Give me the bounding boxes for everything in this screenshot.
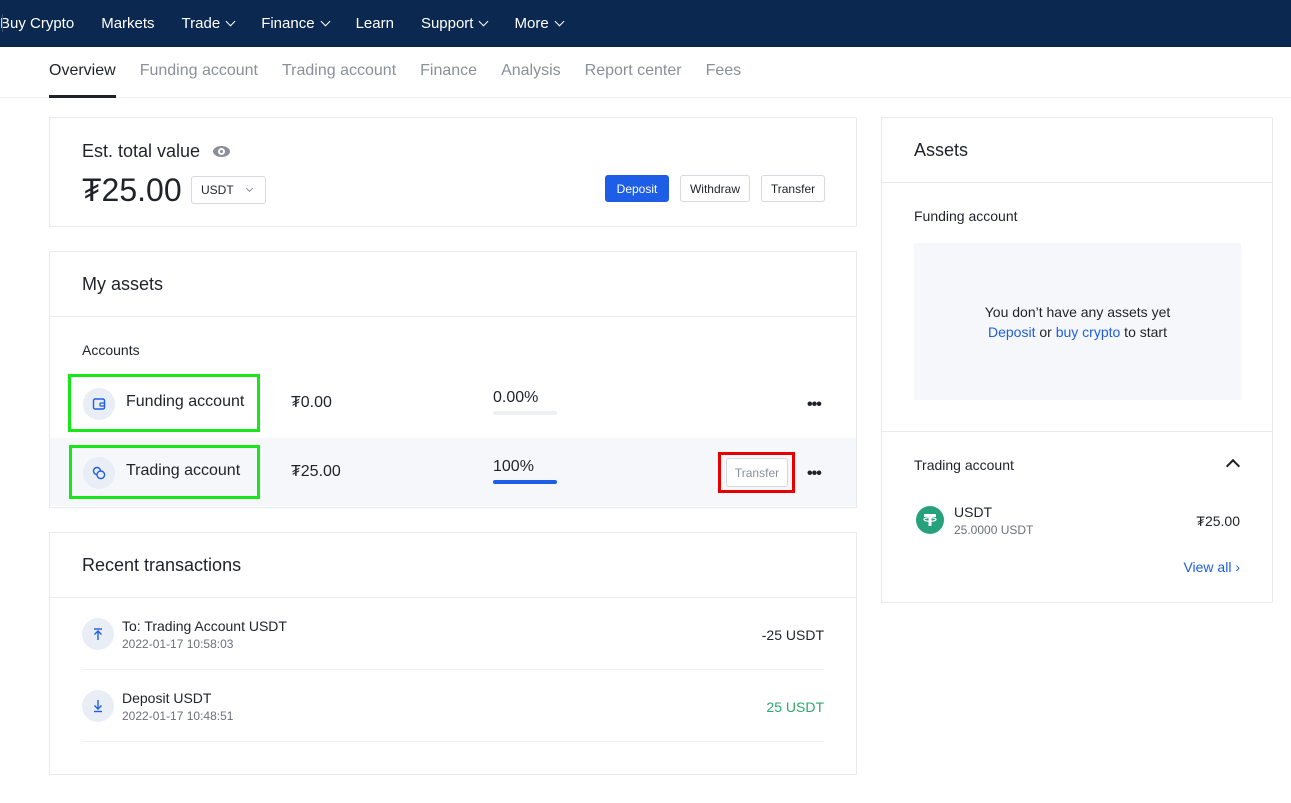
or-text: or bbox=[1035, 323, 1056, 340]
coin-value: ₮25.00 bbox=[1196, 513, 1240, 529]
transaction-time: 2022-01-17 10:48:51 bbox=[122, 709, 234, 723]
account-row-funding[interactable]: Funding account ₮0.00 0.00% ••• bbox=[50, 369, 856, 437]
chevron-down-icon bbox=[245, 184, 253, 193]
total-value-label: Est. total value bbox=[82, 141, 231, 162]
divider bbox=[882, 431, 1272, 432]
top-navigation: Buy Crypto Markets Trade Finance Learn S… bbox=[0, 0, 1291, 47]
account-percent: 100% bbox=[493, 458, 534, 475]
trading-transfer-button[interactable]: Transfer bbox=[726, 458, 788, 487]
nav-learn[interactable]: Learn bbox=[356, 15, 394, 32]
wallet-icon bbox=[83, 388, 115, 420]
tab-report-center[interactable]: Report center bbox=[585, 47, 682, 98]
nav-label: Learn bbox=[355, 15, 394, 32]
total-value-amount: ₮25.00 bbox=[82, 172, 182, 208]
empty-assets-cta: Deposit or buy crypto to start bbox=[988, 322, 1167, 342]
nav-label: Finance bbox=[261, 15, 315, 32]
nav-label: Support bbox=[420, 15, 474, 32]
funding-account-label: Funding account bbox=[914, 208, 1018, 224]
nav-label: Trade bbox=[181, 15, 221, 32]
divider bbox=[882, 182, 1272, 183]
transaction-time: 2022-01-17 10:58:03 bbox=[122, 637, 234, 651]
account-share-bar bbox=[493, 480, 557, 484]
account-share-fill bbox=[493, 480, 557, 484]
deposit-link[interactable]: Deposit bbox=[988, 324, 1035, 340]
transaction-row[interactable]: Deposit USDT 2022-01-17 10:48:51 25 USDT bbox=[82, 670, 824, 742]
transfer-button[interactable]: Transfer bbox=[761, 175, 825, 202]
account-percent: 0.00% bbox=[493, 389, 539, 406]
chevron-down-icon bbox=[554, 16, 565, 27]
more-options-icon[interactable]: ••• bbox=[807, 465, 822, 483]
account-amount: ₮0.00 bbox=[291, 394, 332, 411]
recent-transactions-title: Recent transactions bbox=[82, 555, 242, 575]
account-name: Trading account bbox=[126, 462, 241, 479]
tab-fees[interactable]: Fees bbox=[706, 47, 742, 98]
nav-trade[interactable]: Trade bbox=[181, 15, 236, 32]
account-name: Funding account bbox=[126, 393, 245, 410]
view-all-link[interactable]: View all › bbox=[1183, 559, 1240, 575]
account-row-trading[interactable]: Trading account ₮25.00 100% Transfer ••• bbox=[50, 438, 856, 506]
transaction-title: To: Trading Account USDT bbox=[122, 618, 287, 634]
empty-assets-message: You don’t have any assets yet bbox=[984, 303, 1171, 320]
eye-icon[interactable] bbox=[213, 146, 231, 157]
arrow-up-icon bbox=[82, 618, 114, 650]
to-start-text: to start bbox=[1120, 323, 1167, 340]
sub-navigation: Overview Funding account Trading account… bbox=[0, 47, 1291, 98]
nav-label: More bbox=[514, 15, 549, 32]
arrow-down-icon bbox=[82, 690, 114, 722]
tab-trading-account[interactable]: Trading account bbox=[282, 47, 396, 98]
tab-finance[interactable]: Finance bbox=[420, 47, 477, 98]
account-share-bar bbox=[493, 411, 557, 415]
tab-analysis[interactable]: Analysis bbox=[501, 47, 561, 98]
buy-crypto-link[interactable]: buy crypto bbox=[1056, 324, 1121, 340]
my-assets-card: My assets Accounts Funding account ₮0.00… bbox=[49, 251, 857, 508]
nav-buy-crypto[interactable]: Buy Crypto bbox=[0, 15, 74, 32]
chevron-down-icon bbox=[225, 16, 236, 27]
recent-transactions-card: Recent transactions To: Trading Account … bbox=[49, 532, 857, 775]
nav-more[interactable]: More bbox=[514, 15, 565, 32]
currency-select-value: USDT bbox=[201, 183, 234, 197]
usdt-coin-icon bbox=[916, 506, 944, 534]
chevron-down-icon bbox=[320, 16, 331, 27]
nav-support[interactable]: Support bbox=[420, 15, 489, 32]
chevron-up-icon[interactable] bbox=[1225, 458, 1241, 474]
accounts-label: Accounts bbox=[82, 342, 140, 358]
coins-icon bbox=[83, 457, 115, 489]
transaction-title: Deposit USDT bbox=[122, 690, 212, 706]
tab-overview[interactable]: Overview bbox=[49, 47, 116, 98]
currency-select[interactable]: USDT bbox=[191, 176, 266, 204]
trading-account-label: Trading account bbox=[914, 457, 1014, 473]
empty-assets-box: You don’t have any assets yet Deposit or… bbox=[914, 243, 1241, 400]
total-value-heading: Est. total value bbox=[82, 141, 201, 161]
nav-divider bbox=[2, 14, 3, 32]
transaction-row[interactable]: To: Trading Account USDT 2022-01-17 10:5… bbox=[82, 598, 824, 670]
assets-panel: Assets Funding account You don’t have an… bbox=[881, 117, 1273, 603]
withdraw-button[interactable]: Withdraw bbox=[680, 175, 750, 202]
total-value-card: Est. total value ₮25.00 USDT Deposit Wit… bbox=[49, 117, 857, 227]
transaction-amount: -25 USDT bbox=[761, 627, 824, 643]
more-options-icon[interactable]: ••• bbox=[807, 396, 822, 414]
divider bbox=[50, 316, 856, 317]
my-assets-title: My assets bbox=[82, 274, 164, 294]
deposit-button[interactable]: Deposit bbox=[605, 175, 669, 202]
coin-name: USDT bbox=[954, 504, 993, 520]
transaction-amount: 25 USDT bbox=[766, 699, 824, 715]
tab-funding-account[interactable]: Funding account bbox=[140, 47, 258, 98]
nav-label: Markets bbox=[101, 15, 155, 32]
account-amount: ₮25.00 bbox=[291, 463, 341, 480]
nav-markets[interactable]: Markets bbox=[101, 15, 154, 32]
coin-balance: 25.0000 USDT bbox=[954, 523, 1034, 537]
assets-panel-title: Assets bbox=[914, 140, 969, 160]
chevron-down-icon bbox=[479, 16, 489, 27]
nav-finance[interactable]: Finance bbox=[261, 15, 331, 32]
nav-label: Buy Crypto bbox=[0, 15, 75, 32]
